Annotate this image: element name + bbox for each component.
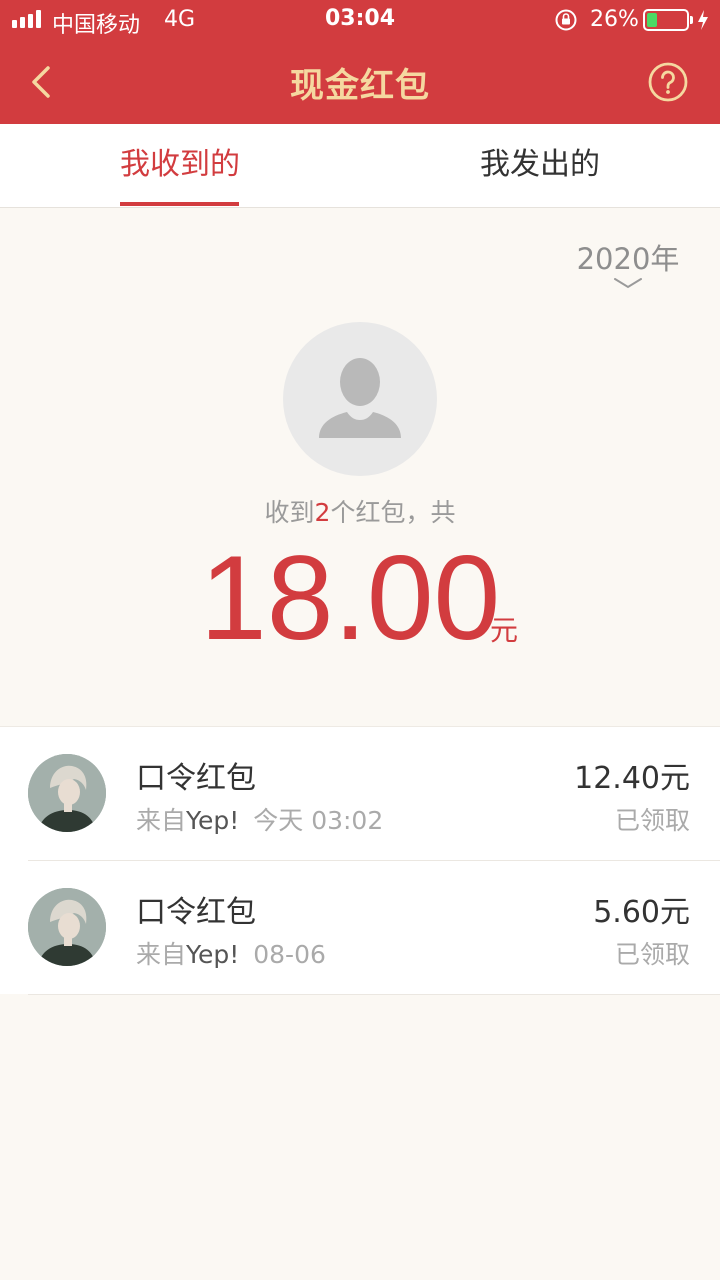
help-icon[interactable] [646, 60, 690, 104]
sender-avatar [28, 754, 106, 832]
battery-icon [643, 9, 693, 31]
charging-bolt-icon [698, 10, 708, 30]
packet-type: 口令红包 [136, 895, 256, 930]
red-packet-list: 口令红包 来自Yep! 今天 03:02 12.40元 已领取 口令红包 来自Ye… [0, 726, 720, 995]
battery-percent: 26% [590, 7, 639, 32]
packet-meta: 来自Yep! 今天 03:02 [136, 801, 383, 837]
total-unit: 元 [490, 614, 519, 647]
tab-received[interactable]: 我收到的 [0, 124, 360, 208]
year-selector[interactable]: 2020年 [568, 236, 688, 290]
nav-bar: 现金红包 [0, 40, 720, 124]
user-avatar [283, 322, 437, 476]
list-item[interactable]: 口令红包 来自Yep! 08-06 5.60元 已领取 [0, 861, 720, 995]
packet-amount: 5.60元 [593, 895, 690, 930]
status-bar: 中国移动 4G 03:04 26% [0, 0, 720, 40]
packet-type: 口令红包 [136, 761, 256, 796]
packet-time: 今天 03:02 [253, 806, 384, 835]
sender-avatar [28, 888, 106, 966]
avatar-illustration-icon [28, 888, 106, 966]
from-label: 来自 [136, 940, 187, 969]
chevron-down-icon [614, 278, 642, 289]
from-label: 来自 [136, 806, 187, 835]
divider [28, 994, 720, 995]
packet-status: 已领取 [614, 940, 690, 969]
tab-bar: 我收到的 我发出的 [0, 124, 720, 208]
summary-suffix: 个红包，共 [330, 498, 456, 527]
summary-count: 2 [314, 498, 331, 527]
packet-status: 已领取 [614, 806, 690, 835]
list-item[interactable]: 口令红包 来自Yep! 今天 03:02 12.40元 已领取 [0, 727, 720, 861]
battery-fill [647, 13, 657, 27]
sender-name: Yep! [186, 806, 240, 835]
summary-prefix: 收到 [264, 498, 315, 527]
sender-name: Yep! [186, 940, 240, 969]
page-title: 现金红包 [290, 66, 430, 106]
tab-sent[interactable]: 我发出的 [360, 124, 720, 208]
user-silhouette-icon [319, 358, 401, 438]
total-amount: 18.00 [200, 531, 501, 665]
packet-meta: 来自Yep! 08-06 [136, 935, 326, 971]
active-tab-indicator [120, 202, 239, 206]
packet-time: 08-06 [253, 940, 326, 969]
summary-text: 收到2个红包，共 [0, 493, 720, 529]
rotation-lock-icon [555, 9, 577, 31]
year-label: 2020年 [576, 242, 680, 276]
packet-amount: 12.40元 [574, 761, 690, 796]
avatar-illustration-icon [28, 754, 106, 832]
header: 中国移动 4G 03:04 26% 现金红包 [0, 0, 720, 124]
